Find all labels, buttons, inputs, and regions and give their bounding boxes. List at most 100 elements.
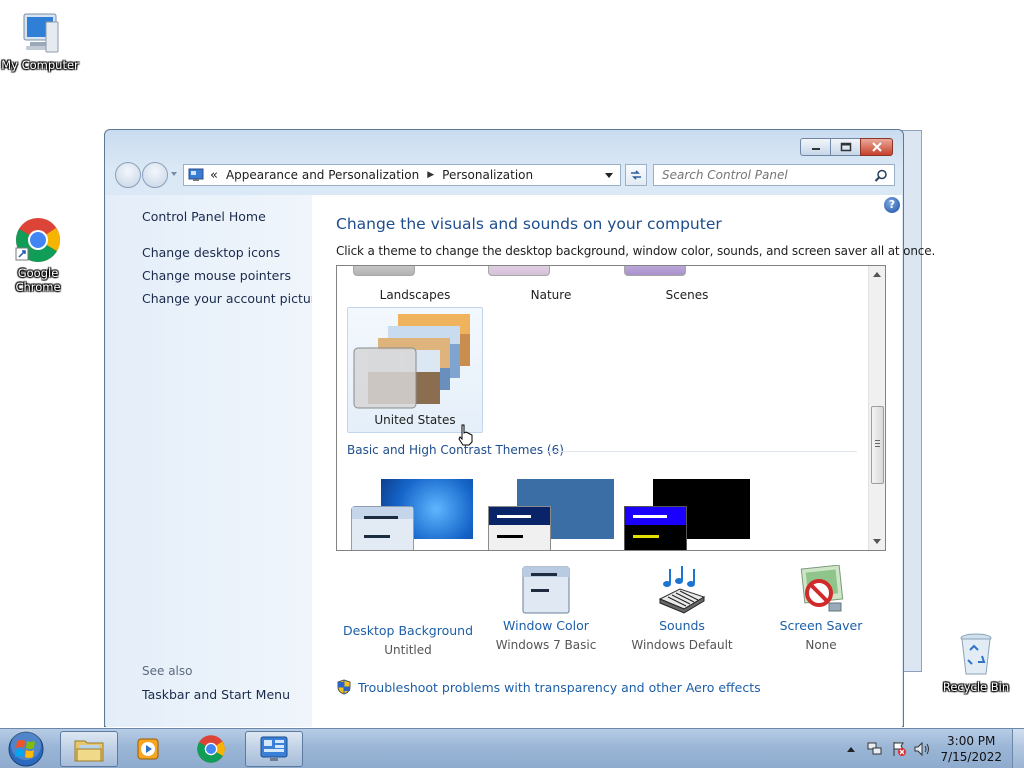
desktop-icon-my-computer[interactable]: My Computer bbox=[0, 8, 80, 72]
shield-icon bbox=[337, 679, 351, 695]
change-desktop-icons-link[interactable]: Change desktop icons bbox=[142, 245, 280, 260]
media-player-icon bbox=[137, 738, 159, 760]
high-contrast-theme-tile[interactable] bbox=[624, 479, 754, 550]
maximize-button[interactable] bbox=[830, 138, 861, 156]
nature-theme-label[interactable]: Nature bbox=[491, 288, 611, 302]
taskbar-explorer-button[interactable] bbox=[60, 731, 118, 767]
scroll-up-arrow-icon[interactable] bbox=[873, 272, 881, 277]
scrollbar-thumb[interactable] bbox=[871, 406, 884, 484]
sounds-setting[interactable]: Sounds Windows Default bbox=[612, 565, 752, 652]
scenes-theme-thumbnail[interactable] bbox=[624, 266, 686, 276]
volume-icon[interactable] bbox=[913, 741, 931, 757]
search-box[interactable] bbox=[653, 164, 895, 186]
help-icon[interactable]: ? bbox=[884, 197, 900, 213]
united-states-theme-thumbnail bbox=[353, 314, 470, 409]
breadcrumb-separator-icon[interactable]: ▶ bbox=[427, 170, 434, 180]
minimize-icon bbox=[811, 148, 820, 150]
screen-saver-value: None bbox=[805, 638, 837, 652]
taskbar-media-player-button[interactable] bbox=[120, 731, 178, 767]
close-icon bbox=[871, 142, 882, 152]
show-desktop-button[interactable] bbox=[1012, 729, 1024, 768]
control-panel-icon bbox=[188, 168, 204, 181]
sounds-link[interactable]: Sounds bbox=[612, 618, 752, 633]
show-hidden-icons-icon[interactable] bbox=[846, 745, 856, 753]
nature-theme-thumbnail[interactable] bbox=[488, 266, 550, 276]
desktop-background-link[interactable]: Desktop Background bbox=[338, 623, 478, 638]
folder-icon bbox=[74, 740, 104, 762]
sounds-value: Windows Default bbox=[631, 638, 733, 652]
refresh-icon bbox=[631, 170, 641, 180]
change-mouse-pointers-link[interactable]: Change mouse pointers bbox=[142, 268, 291, 283]
control-panel-home-link[interactable]: Control Panel Home bbox=[142, 209, 266, 224]
scenes-theme-label[interactable]: Scenes bbox=[627, 288, 747, 302]
page-title: Change the visuals and sounds on your co… bbox=[336, 215, 722, 233]
theme-gallery: Landscapes Nature Scenes United States B… bbox=[336, 265, 886, 551]
theme-gallery-scrollbar[interactable] bbox=[868, 266, 885, 550]
change-account-picture-link[interactable]: Change your account picture bbox=[142, 291, 323, 306]
recycle-bin-icon bbox=[960, 633, 992, 675]
desktop-icon-google-chrome[interactable]: Google Chrome bbox=[0, 216, 78, 294]
screen-saver-link[interactable]: Screen Saver bbox=[751, 618, 891, 633]
screen-saver-icon bbox=[800, 564, 844, 612]
address-bar[interactable]: « Appearance and Personalization ▶ Perso… bbox=[183, 164, 621, 186]
window-color-link[interactable]: Window Color bbox=[476, 618, 616, 633]
desktop-icon-label: Recycle Bin bbox=[942, 680, 1010, 694]
troubleshoot-aero-link-row[interactable]: Troubleshoot problems with transparency … bbox=[336, 679, 761, 695]
personalization-content: ? Change the visuals and sounds on your … bbox=[312, 195, 935, 727]
sounds-icon bbox=[658, 566, 706, 614]
back-button[interactable] bbox=[115, 162, 141, 188]
breadcrumb-appearance[interactable]: Appearance and Personalization bbox=[226, 168, 419, 182]
window-color-setting[interactable]: Window Color Windows 7 Basic bbox=[476, 565, 616, 652]
task-pane: Control Panel Home Change desktop icons … bbox=[106, 195, 323, 727]
personalization-window: « Appearance and Personalization ▶ Perso… bbox=[104, 129, 935, 727]
desktop-background-setting[interactable]: Desktop Background Untitled bbox=[338, 565, 478, 657]
landscapes-theme-label[interactable]: Landscapes bbox=[355, 288, 475, 302]
desktop-background-value: Untitled bbox=[384, 643, 432, 657]
windows-start-orb-icon bbox=[8, 730, 44, 767]
maximize-icon bbox=[840, 142, 851, 152]
network-icon[interactable] bbox=[867, 741, 883, 757]
search-input[interactable] bbox=[662, 168, 872, 182]
taskbar-chrome-button[interactable] bbox=[182, 731, 240, 767]
system-clock[interactable]: 3:00 PM 7/15/2022 bbox=[940, 733, 1002, 765]
refresh-button[interactable] bbox=[625, 164, 647, 186]
clock-time: 3:00 PM bbox=[947, 734, 996, 748]
action-center-icon[interactable] bbox=[891, 741, 907, 757]
chrome-icon bbox=[15, 218, 60, 262]
start-button[interactable] bbox=[5, 729, 47, 768]
high-contrast-color-preview bbox=[624, 506, 687, 550]
desktop-icon-label: My Computer bbox=[1, 58, 79, 72]
chrome-icon bbox=[197, 735, 225, 763]
close-button[interactable] bbox=[860, 138, 893, 156]
windows-classic-theme-tile[interactable] bbox=[488, 479, 618, 550]
taskbar-control-panel-button[interactable] bbox=[245, 731, 303, 767]
window-controls bbox=[800, 138, 893, 156]
control-panel-icon bbox=[260, 736, 288, 761]
computer-icon bbox=[23, 13, 59, 53]
windows-classic-color-preview bbox=[488, 506, 551, 550]
troubleshoot-aero-link[interactable]: Troubleshoot problems with transparency … bbox=[358, 680, 761, 695]
scroll-down-arrow-icon[interactable] bbox=[873, 539, 881, 544]
screen-saver-setting[interactable]: Screen Saver None bbox=[751, 564, 891, 652]
windows-7-basic-theme-tile[interactable] bbox=[351, 479, 475, 550]
forward-button[interactable] bbox=[142, 162, 168, 188]
clock-date: 7/15/2022 bbox=[940, 750, 1002, 764]
desktop-icon-recycle-bin[interactable]: Recycle Bin bbox=[936, 630, 1016, 694]
landscapes-theme-thumbnail[interactable] bbox=[353, 266, 415, 276]
search-icon[interactable] bbox=[874, 169, 888, 183]
section-divider bbox=[547, 451, 857, 452]
address-overflow-chevron[interactable]: « bbox=[210, 168, 218, 183]
basic-high-contrast-heading: Basic and High Contrast Themes (6) bbox=[347, 443, 564, 457]
breadcrumb-personalization[interactable]: Personalization bbox=[442, 168, 533, 182]
minimize-button[interactable] bbox=[800, 138, 831, 156]
address-dropdown-icon[interactable] bbox=[604, 172, 614, 180]
taskbar: 3:00 PM 7/15/2022 bbox=[0, 728, 1024, 768]
window-color-icon bbox=[522, 566, 570, 614]
see-also-heading: See also bbox=[142, 664, 193, 678]
united-states-theme-tile[interactable]: United States bbox=[347, 307, 483, 433]
desktop-icon-label: Google Chrome bbox=[15, 266, 61, 294]
windows-7-basic-color-preview bbox=[351, 506, 414, 550]
recent-pages-dropdown[interactable] bbox=[171, 172, 177, 176]
taskbar-start-menu-link[interactable]: Taskbar and Start Menu bbox=[142, 687, 290, 702]
navigation-bar: « Appearance and Personalization ▶ Perso… bbox=[113, 160, 895, 190]
